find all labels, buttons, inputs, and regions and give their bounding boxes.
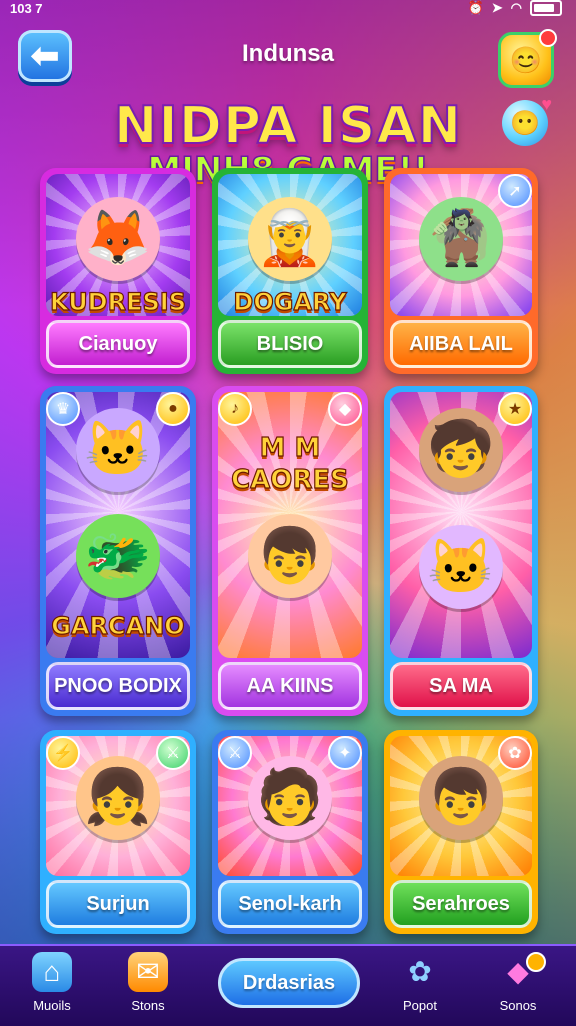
nav-item-muoils[interactable]: ⌂ Muoils xyxy=(12,952,92,1013)
sword-icon[interactable]: ⚔ xyxy=(156,736,190,770)
bolt-icon[interactable]: ⚡ xyxy=(46,736,80,770)
nav-label: Sonos xyxy=(499,998,537,1013)
profile-button[interactable]: 😊 xyxy=(498,29,557,88)
card-label-button[interactable]: PNOO BODIX xyxy=(46,662,190,710)
status-icons: ⏰ ➤ ◠ xyxy=(468,0,562,16)
smiley-icon: 😊 xyxy=(509,44,543,75)
fox-character-icon: 🦊 xyxy=(76,196,160,281)
elf-character-icon: 🧝 xyxy=(248,196,332,281)
character-card[interactable]: 🦊 KUDRESIS Cianuoy xyxy=(40,168,196,374)
card-art: 🦊 KUDRESIS xyxy=(46,174,190,316)
status-bar: 103 7 ⏰ ➤ ◠ xyxy=(0,0,576,18)
card-label-button[interactable]: AIIBA LAIL xyxy=(390,320,532,368)
dragon-character-icon: 🐲 xyxy=(76,514,160,599)
cat-character-icon: 🐱 xyxy=(419,525,503,609)
character-card[interactable]: 🧝 DOGARY BLISIO xyxy=(212,168,368,374)
card-label-button[interactable]: Senol-karh xyxy=(218,880,362,928)
card-art-text: DOGARY xyxy=(233,287,347,316)
character-card[interactable]: 🧌 ➚ AIIBA LAIL xyxy=(384,168,538,374)
battery-icon xyxy=(530,0,562,16)
flower-icon: ✿ xyxy=(408,956,432,987)
wifi-icon: ◠ xyxy=(510,0,522,15)
character-card[interactable]: 🐱 🐲 GARCANO ♛ ● PNOO BODIX xyxy=(40,386,196,716)
girl-character-icon: 👧 xyxy=(76,755,160,840)
card-art-text: M M CAORES xyxy=(230,432,349,495)
card-art: 🧒 🐱 xyxy=(390,392,532,658)
nav-label: Popot xyxy=(403,998,437,1013)
boy-character-icon: 👦 xyxy=(419,755,503,840)
bottom-nav: ⌂ Muoils ✉ Stons Drdasrias ✿ Popot ◆ Son… xyxy=(0,944,576,1026)
header-title: Indunsa xyxy=(241,40,334,67)
card-label-button[interactable]: Surjun xyxy=(46,880,190,928)
card-label-button[interactable]: Serahroes xyxy=(390,880,532,928)
kid-character-icon: 🧒 xyxy=(419,407,503,492)
card-art: 🧝 DOGARY xyxy=(218,174,362,316)
character-card[interactable]: M M CAORES 👦 ♪ ◆ AA KIINS xyxy=(212,386,368,716)
arrow-icon[interactable]: ➚ xyxy=(498,174,532,208)
notification-badge xyxy=(526,952,546,972)
pink-hair-character-icon: 🧑 xyxy=(248,755,332,840)
location-icon: ➤ xyxy=(491,0,503,15)
card-art-text: GARCANO xyxy=(51,611,186,640)
game-title-line1: NIDPA ISAN xyxy=(113,95,463,157)
character-card[interactable]: 👧 ⚡ ⚔ Surjun xyxy=(40,730,196,934)
card-art: 🐱 🐲 GARCANO xyxy=(46,392,190,658)
card-label-button[interactable]: AA KIINS xyxy=(218,662,362,710)
character-card[interactable]: 👦 ✿ Serahroes xyxy=(384,730,538,934)
nav-label: Muoils xyxy=(33,998,71,1013)
alarm-icon: ⏰ xyxy=(467,0,484,15)
gem-icon[interactable]: ◆ xyxy=(328,392,362,426)
card-label-button[interactable]: Cianuoy xyxy=(46,320,190,368)
character-card[interactable]: 🧑 ⚔ ✦ Senol-karh xyxy=(212,730,368,934)
notification-dot xyxy=(539,29,557,47)
goblin-character-icon: 🧌 xyxy=(419,196,503,281)
card-art-text: KUDRESIS xyxy=(49,287,186,316)
nav-item-popot[interactable]: ✿ Popot xyxy=(380,952,460,1013)
nav-label: Stons xyxy=(131,998,165,1013)
boy-character-icon: 👦 xyxy=(248,514,332,599)
cat-character-icon: 🐱 xyxy=(76,407,160,492)
card-label-button[interactable]: BLISIO xyxy=(218,320,362,368)
music-icon[interactable]: ♪ xyxy=(218,392,252,426)
nav-item-stons[interactable]: ✉ Stons xyxy=(108,952,188,1013)
gift-icon[interactable]: ✿ xyxy=(498,736,532,770)
status-time: 103 7 xyxy=(10,1,43,16)
nav-item-sonos[interactable]: ◆ Sonos xyxy=(478,952,558,1013)
mail-icon: ✉ xyxy=(128,952,168,992)
star-icon[interactable]: ✦ xyxy=(328,736,362,770)
nav-center-button[interactable]: Drdasrias xyxy=(218,958,360,1008)
crown-icon[interactable]: ♛ xyxy=(46,392,80,426)
coin-icon[interactable]: ● xyxy=(156,392,190,426)
character-card[interactable]: 🧒 🐱 ★ SA MA xyxy=(384,386,538,716)
home-icon: ⌂ xyxy=(32,952,72,992)
card-art: M M CAORES 👦 xyxy=(218,392,362,658)
card-label-button[interactable]: SA MA xyxy=(390,662,532,710)
sword-icon[interactable]: ⚔ xyxy=(218,736,252,770)
star-icon[interactable]: ★ xyxy=(498,392,532,426)
